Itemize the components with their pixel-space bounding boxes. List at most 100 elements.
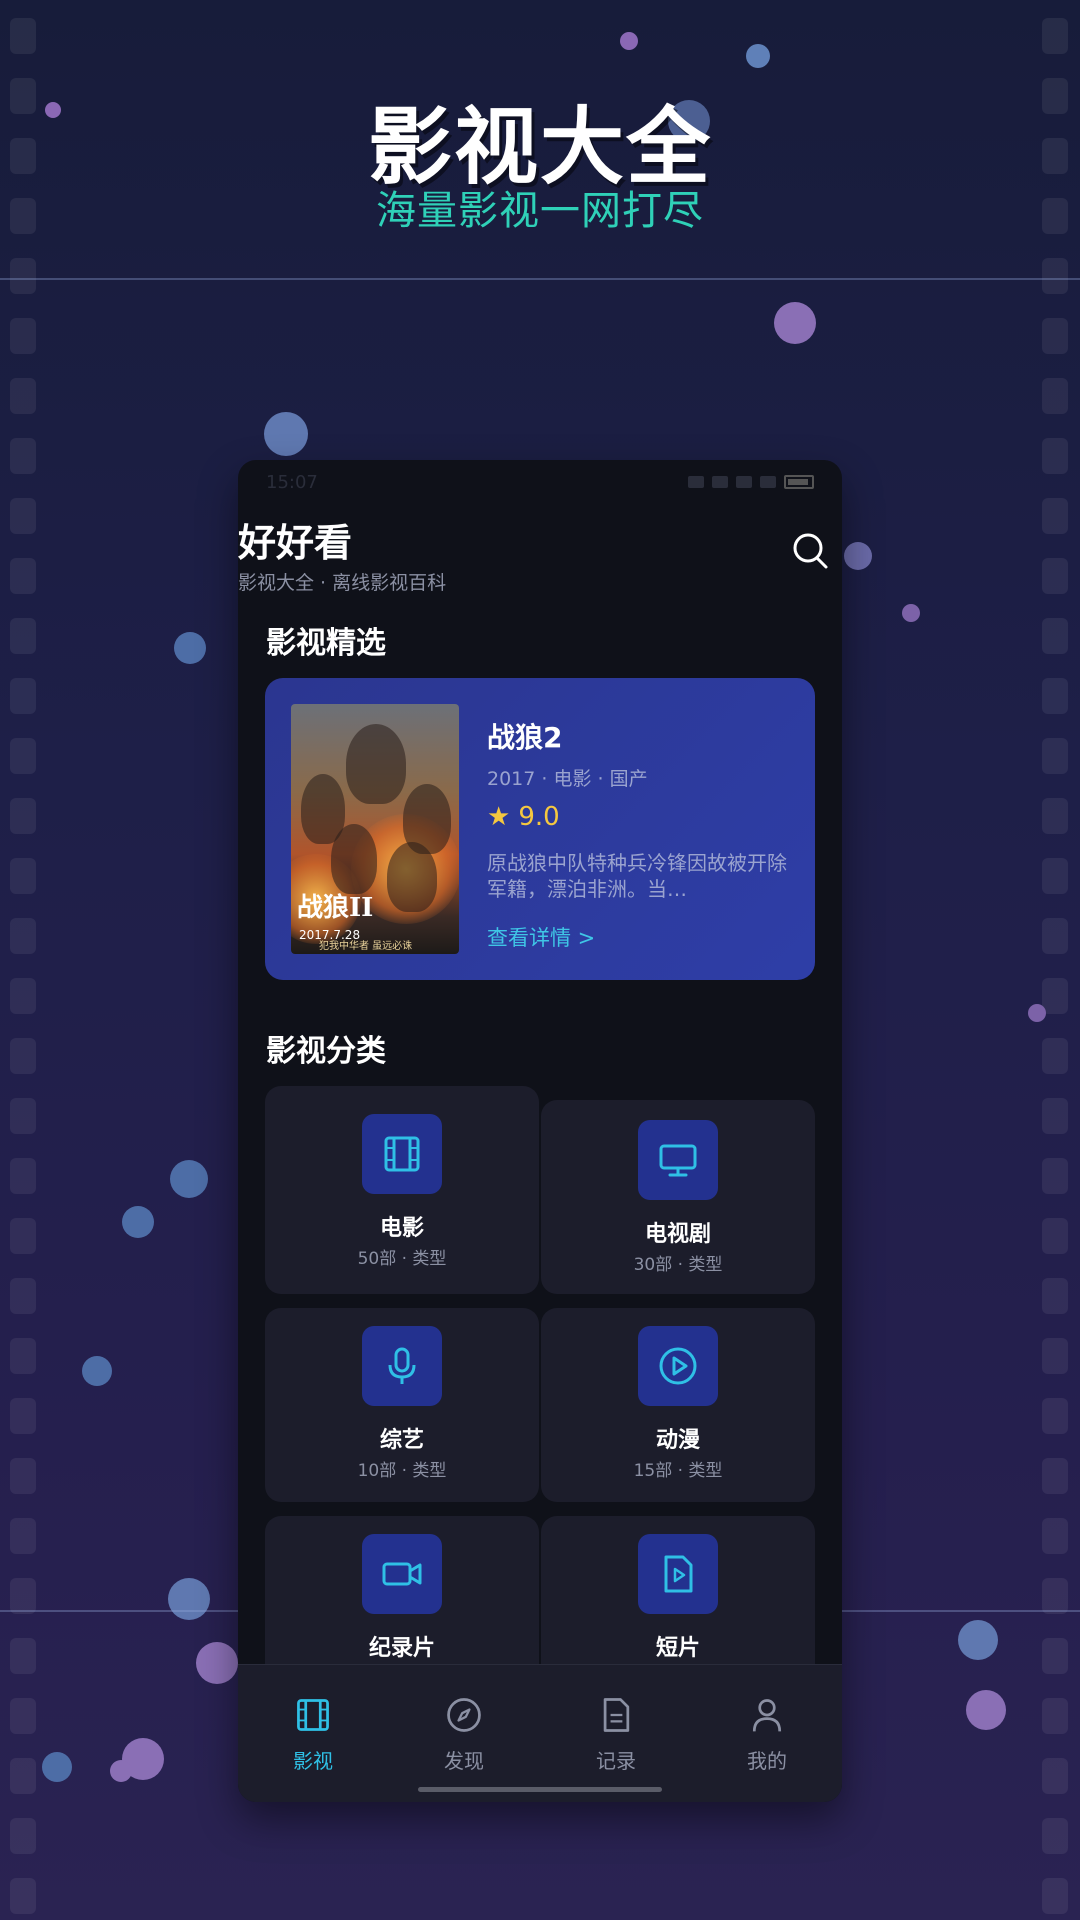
app-subtitle: 影视大全 · 离线影视百科 bbox=[238, 572, 447, 594]
bottom-tab-bar: 影视 发现 记录 我的 bbox=[238, 1664, 842, 1802]
poster-tagline: 犯我中华者 虽远必诛 bbox=[319, 941, 413, 952]
film-hole bbox=[10, 918, 36, 954]
phone-screen: 15:07 好好看 影视大全 · 离线影视百科 影视精选 战狼II 2017.7… bbox=[238, 460, 842, 1802]
featured-card[interactable]: 战狼II 2017.7.28 犯我中华者 虽远必诛 战狼2 2017 · 电影 … bbox=[265, 678, 815, 980]
category-meta: 10部 · 类型 bbox=[357, 1461, 447, 1481]
wifi-icon bbox=[760, 476, 776, 488]
film-hole bbox=[10, 858, 36, 894]
search-icon bbox=[793, 533, 828, 569]
film-hole bbox=[1042, 858, 1068, 894]
film-hole bbox=[10, 18, 36, 54]
category-icon-box bbox=[638, 1120, 718, 1200]
film-strip-right bbox=[1032, 0, 1080, 1920]
film-hole bbox=[1042, 1578, 1068, 1614]
play-circle-icon bbox=[659, 1347, 697, 1385]
signal-icon bbox=[712, 476, 728, 488]
star-icon: ★ bbox=[487, 802, 511, 832]
video-file-icon bbox=[664, 1555, 693, 1593]
bubble bbox=[168, 1578, 210, 1620]
home-indicator[interactable] bbox=[418, 1787, 662, 1792]
view-details-link[interactable]: 查看详情 > bbox=[487, 922, 595, 952]
film-hole bbox=[10, 1578, 36, 1614]
film-hole bbox=[1042, 1878, 1068, 1914]
status-bar: 15:07 bbox=[266, 470, 814, 494]
film-hole bbox=[10, 498, 36, 534]
category-name: 综艺 bbox=[379, 1428, 424, 1453]
bubble bbox=[902, 604, 920, 622]
search-button[interactable] bbox=[790, 530, 830, 570]
film-hole bbox=[1042, 678, 1068, 714]
featured-meta: 2017 · 电影 · 国产 bbox=[487, 768, 648, 790]
bubble bbox=[122, 1206, 154, 1238]
film-hole bbox=[1042, 1338, 1068, 1374]
film-hole bbox=[1042, 1698, 1068, 1734]
hero-subtitle: 海量影视一网打尽 bbox=[376, 188, 704, 234]
tab-records[interactable]: 记录 bbox=[571, 1695, 661, 1774]
film-hole bbox=[1042, 558, 1068, 594]
film-hole bbox=[10, 558, 36, 594]
bubble bbox=[966, 1690, 1006, 1730]
bubble bbox=[82, 1356, 112, 1386]
film-hole bbox=[1042, 258, 1068, 294]
category-icon-box bbox=[362, 1326, 442, 1406]
bubble bbox=[774, 302, 816, 344]
film-hole bbox=[1042, 1518, 1068, 1554]
category-icon-box bbox=[638, 1326, 718, 1406]
film-hole bbox=[10, 618, 36, 654]
bubble bbox=[170, 1160, 208, 1198]
film-hole bbox=[1042, 1038, 1068, 1074]
film-hole bbox=[1042, 918, 1068, 954]
tab-discover[interactable]: 发现 bbox=[419, 1695, 509, 1774]
tab-movies[interactable]: 影视 bbox=[268, 1695, 358, 1774]
film-hole bbox=[1042, 438, 1068, 474]
category-name: 短片 bbox=[655, 1636, 700, 1661]
featured-description: 原战狼中队特种兵冷锋因故被开除军籍，漂泊非洲。当… bbox=[487, 851, 787, 901]
film-hole bbox=[10, 1218, 36, 1254]
category-card-movie[interactable]: 电影 50部 · 类型 bbox=[265, 1086, 539, 1294]
tab-profile[interactable]: 我的 bbox=[722, 1695, 812, 1774]
bubble bbox=[110, 1760, 132, 1782]
category-card-tv[interactable]: 电视剧 30部 · 类型 bbox=[541, 1100, 815, 1294]
tab-label: 影视 bbox=[293, 1749, 333, 1773]
film-hole bbox=[1042, 1758, 1068, 1794]
tab-label: 我的 bbox=[747, 1749, 787, 1773]
film-hole bbox=[10, 1398, 36, 1434]
film-hole bbox=[1042, 1458, 1068, 1494]
bubble bbox=[844, 542, 872, 570]
film-hole bbox=[1042, 318, 1068, 354]
film-hole bbox=[10, 1158, 36, 1194]
bubble bbox=[620, 32, 638, 50]
film-hole bbox=[1042, 1278, 1068, 1314]
bubble bbox=[42, 1752, 72, 1782]
movie-poster: 战狼II 2017.7.28 犯我中华者 虽远必诛 bbox=[291, 704, 459, 954]
film-hole bbox=[10, 1038, 36, 1074]
tv-icon bbox=[659, 1144, 697, 1177]
category-name: 电影 bbox=[379, 1216, 424, 1241]
film-hole bbox=[10, 1818, 36, 1854]
category-icon-box bbox=[638, 1534, 718, 1614]
app-title: 好好看 bbox=[238, 521, 353, 565]
film-hole bbox=[1042, 1818, 1068, 1854]
category-name: 动漫 bbox=[655, 1428, 700, 1453]
category-card-anime[interactable]: 动漫 15部 · 类型 bbox=[541, 1308, 815, 1502]
tab-label: 记录 bbox=[596, 1749, 636, 1773]
film-icon bbox=[384, 1136, 420, 1172]
film-hole bbox=[10, 1278, 36, 1314]
film-hole bbox=[1042, 18, 1068, 54]
film-hole bbox=[10, 1518, 36, 1554]
film-hole bbox=[10, 438, 36, 474]
film-hole bbox=[10, 1878, 36, 1914]
bubble bbox=[958, 1620, 998, 1660]
status-time: 15:07 bbox=[266, 471, 318, 493]
film-hole bbox=[10, 378, 36, 414]
category-card-variety[interactable]: 综艺 10部 · 类型 bbox=[265, 1308, 539, 1502]
film-hole bbox=[1042, 498, 1068, 534]
featured-title: 战狼2 bbox=[487, 721, 563, 754]
document-icon bbox=[603, 1698, 630, 1732]
compass-icon bbox=[447, 1698, 481, 1732]
bubble bbox=[196, 1642, 238, 1684]
category-meta: 30部 · 类型 bbox=[633, 1255, 723, 1275]
rating-value: 9.0 bbox=[518, 802, 560, 832]
film-hole bbox=[1042, 1398, 1068, 1434]
film-hole bbox=[1042, 378, 1068, 414]
